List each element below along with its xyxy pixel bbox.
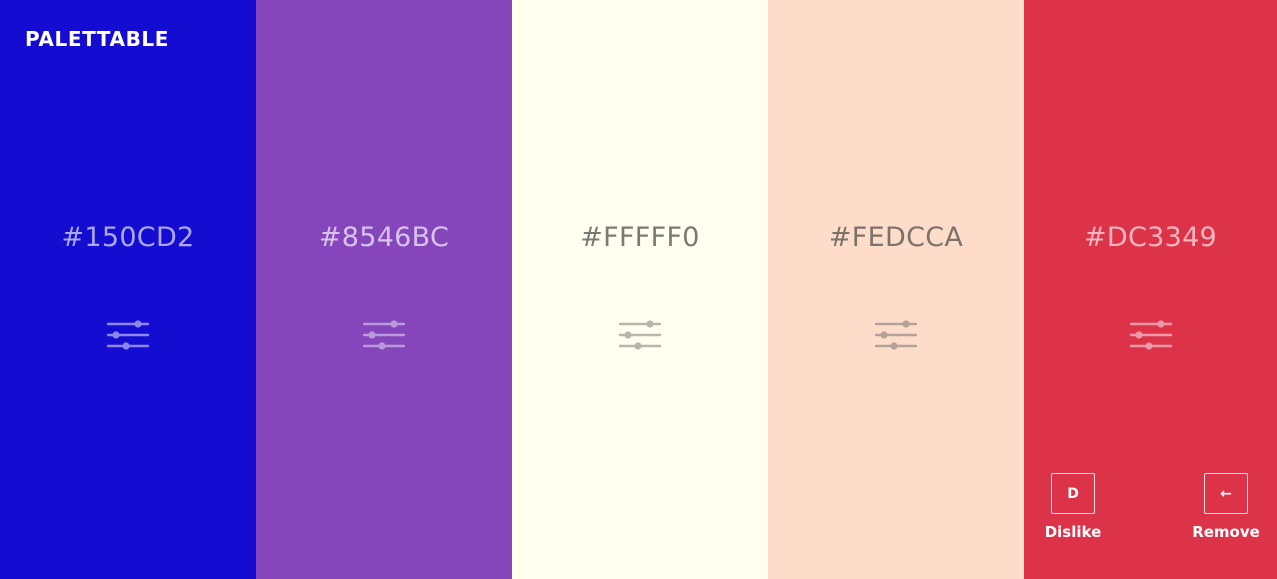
hex-code[interactable]: #DC3349 bbox=[1024, 222, 1277, 253]
remove-button[interactable]: ← Remove bbox=[1186, 473, 1266, 541]
slider-knob bbox=[390, 320, 398, 328]
slider-knob bbox=[646, 320, 654, 328]
hex-code[interactable]: #150CD2 bbox=[0, 222, 256, 253]
hex-code[interactable]: #8546BC bbox=[256, 222, 512, 253]
slider-knob bbox=[112, 331, 120, 339]
slider-knob bbox=[880, 331, 888, 339]
slider-knob bbox=[1134, 331, 1143, 339]
sliders-icon[interactable] bbox=[1129, 316, 1173, 352]
swatch-1[interactable]: PALETTABLE #150CD2 bbox=[0, 0, 256, 579]
slider-knob bbox=[122, 342, 130, 350]
dislike-button[interactable]: D Dislike bbox=[1033, 473, 1113, 541]
slider-knob bbox=[378, 342, 386, 350]
swatch-4[interactable]: #FEDCCA bbox=[768, 0, 1024, 579]
sliders-icon[interactable] bbox=[874, 316, 918, 352]
slider-knob bbox=[890, 342, 898, 350]
sliders-icon[interactable] bbox=[106, 316, 150, 352]
sliders-icon[interactable] bbox=[362, 316, 406, 352]
slider-knob bbox=[1144, 342, 1153, 350]
hex-code[interactable]: #FFFFF0 bbox=[512, 222, 768, 253]
hex-code[interactable]: #FEDCCA bbox=[768, 222, 1024, 253]
palette: PALETTABLE #150CD2 #8546BC #FFFFF0 #FEDC… bbox=[0, 0, 1277, 579]
swatch-2[interactable]: #8546BC bbox=[256, 0, 512, 579]
slider-knob bbox=[368, 331, 376, 339]
remove-label: Remove bbox=[1192, 523, 1260, 541]
slider-knob bbox=[902, 320, 910, 328]
slider-knob bbox=[634, 342, 642, 350]
sliders-icon[interactable] bbox=[618, 316, 662, 352]
swatch-3[interactable]: #FFFFF0 bbox=[512, 0, 768, 579]
slider-knob bbox=[1156, 320, 1165, 328]
dislike-label: Dislike bbox=[1044, 523, 1102, 541]
dislike-key[interactable]: D bbox=[1051, 473, 1095, 514]
remove-key[interactable]: ← bbox=[1204, 473, 1248, 514]
slider-knob bbox=[624, 331, 632, 339]
swatch-5[interactable]: #DC3349 D Dislike ← Remove bbox=[1024, 0, 1277, 579]
slider-knob bbox=[134, 320, 142, 328]
brand-logo[interactable]: PALETTABLE bbox=[25, 27, 169, 51]
